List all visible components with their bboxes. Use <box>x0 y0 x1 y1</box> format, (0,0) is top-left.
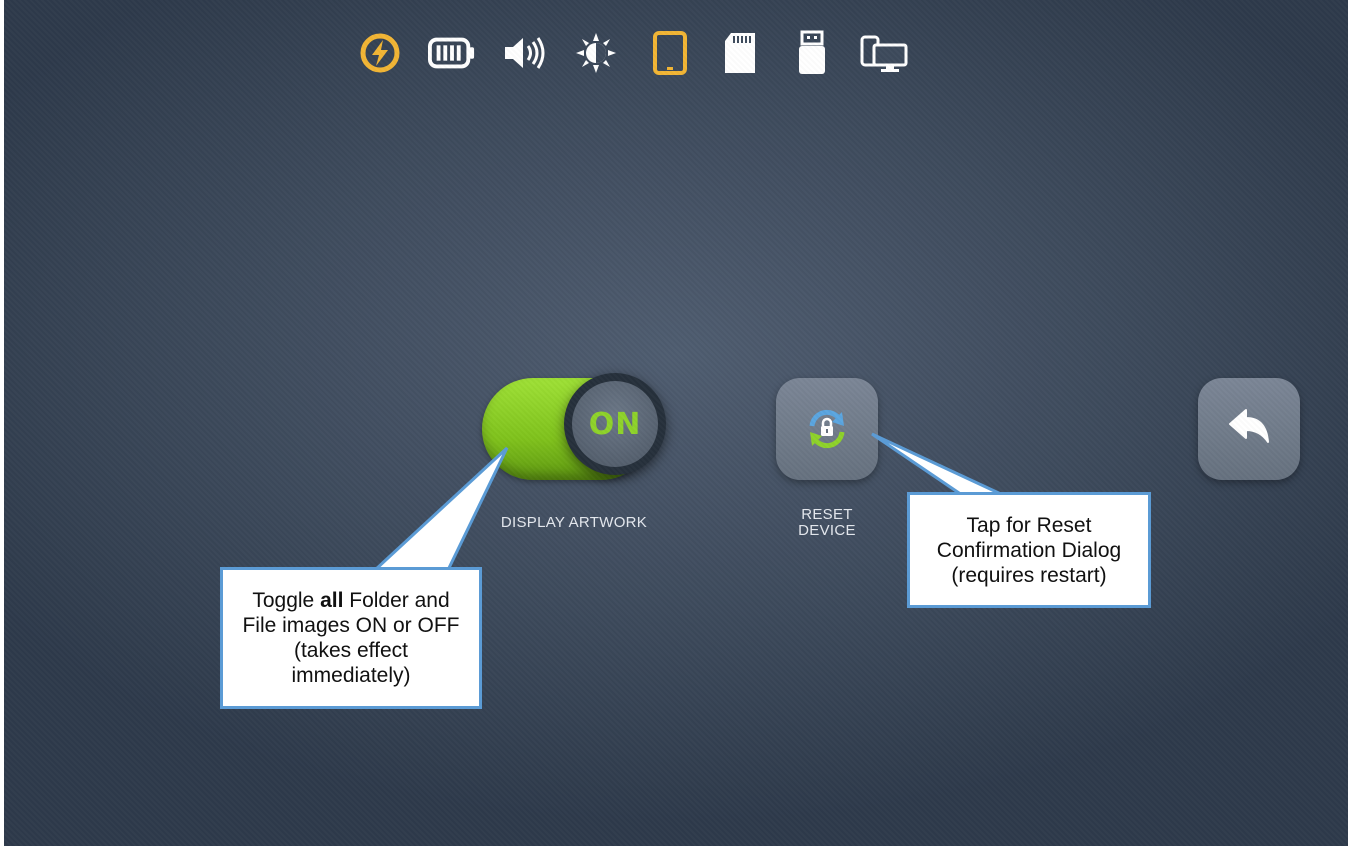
usb-drive-icon[interactable] <box>788 28 836 78</box>
multi-screen-icon[interactable] <box>860 28 908 78</box>
back-button[interactable] <box>1198 378 1300 480</box>
toggle-state-label: ON <box>588 406 642 442</box>
back-arrow-icon <box>1229 409 1269 443</box>
tablet-icon[interactable] <box>646 28 694 78</box>
reset-device-label: RESET DEVICE <box>798 506 856 539</box>
volume-icon[interactable] <box>500 28 548 78</box>
reset-lock-icon <box>809 409 845 449</box>
display-artwork-toggle[interactable]: ON <box>476 373 666 483</box>
brightness-icon[interactable] <box>572 28 620 78</box>
settings-screen: ON DISPLAY ARTWORK RESET DEVICE <box>4 0 1348 846</box>
toggle-knob: ON <box>564 373 666 475</box>
reset-callout: Tap for Reset Confirmation Dialog (requi… <box>907 492 1151 608</box>
display-artwork-label: DISPLAY ARTWORK <box>500 514 648 531</box>
toggle-callout: Toggle all Folder and File images ON or … <box>220 567 482 709</box>
reset-device-button[interactable] <box>776 378 878 480</box>
battery-icon[interactable] <box>428 28 476 78</box>
charging-bolt-icon[interactable] <box>356 28 404 78</box>
sd-card-icon[interactable] <box>716 28 764 78</box>
